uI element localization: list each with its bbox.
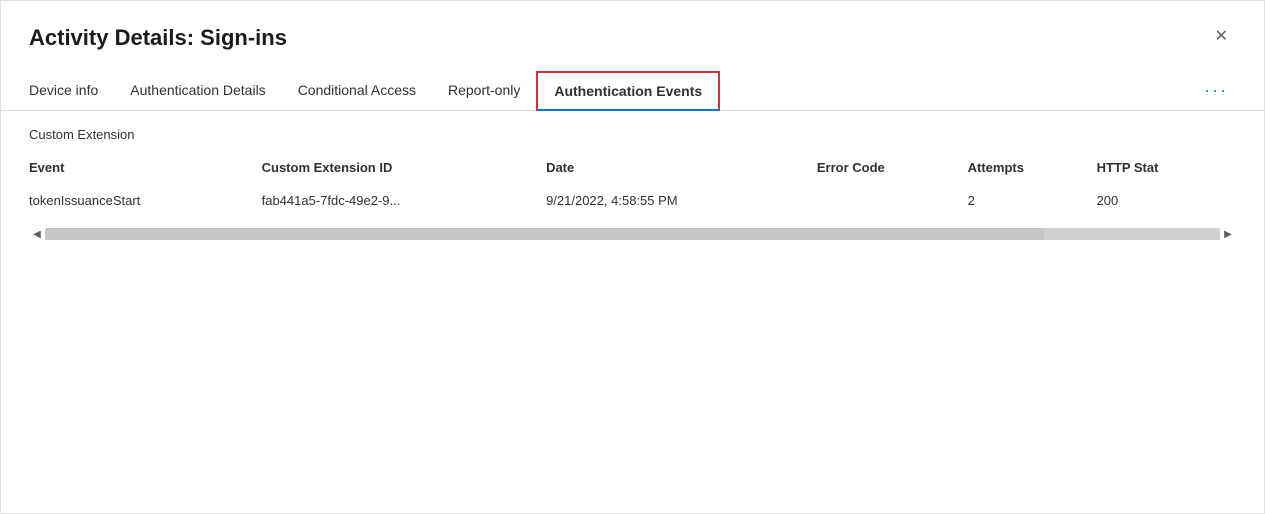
scroll-right-arrow[interactable]: ▶ — [1220, 226, 1236, 242]
cell-error-code — [817, 183, 968, 218]
col-header-event: Event — [29, 152, 262, 183]
col-header-date: Date — [546, 152, 817, 183]
table-row[interactable]: tokenIssuanceStart fab441a5-7fdc-49e2-9.… — [29, 183, 1236, 218]
col-header-http-stat: HTTP Stat — [1097, 152, 1236, 183]
horizontal-scrollbar[interactable]: ◀ ▶ — [29, 226, 1236, 242]
cell-date: 9/21/2022, 4:58:55 PM — [546, 183, 817, 218]
close-button[interactable]: ✕ — [1207, 25, 1236, 49]
dialog-header: Activity Details: Sign-ins ✕ — [1, 1, 1264, 51]
tab-device-info[interactable]: Device info — [29, 72, 114, 110]
cell-custom-extension-id: fab441a5-7fdc-49e2-9... — [262, 183, 546, 218]
tab-conditional-access[interactable]: Conditional Access — [282, 72, 432, 110]
scrollbar-thumb[interactable] — [45, 228, 1044, 240]
scroll-left-arrow[interactable]: ◀ — [29, 226, 45, 242]
col-header-error-code: Error Code — [817, 152, 968, 183]
content-area: Custom Extension Event Custom Extension … — [1, 111, 1264, 242]
table-header-row: Event Custom Extension ID Date Error Cod… — [29, 152, 1236, 183]
section-label: Custom Extension — [29, 127, 1236, 142]
tabs-container: Device info Authentication Details Condi… — [1, 51, 1264, 111]
cell-event: tokenIssuanceStart — [29, 183, 262, 218]
custom-extension-table: Event Custom Extension ID Date Error Cod… — [29, 152, 1236, 218]
cell-http-stat: 200 — [1097, 183, 1236, 218]
tab-authentication-details[interactable]: Authentication Details — [114, 72, 281, 110]
activity-details-dialog: Activity Details: Sign-ins ✕ Device info… — [0, 0, 1265, 514]
col-header-attempts: Attempts — [968, 152, 1097, 183]
cell-attempts: 2 — [968, 183, 1097, 218]
tab-report-only[interactable]: Report-only — [432, 72, 536, 110]
table-wrapper: Event Custom Extension ID Date Error Cod… — [29, 152, 1236, 218]
more-tabs-button[interactable]: ··· — [1196, 76, 1236, 105]
col-header-custom-extension-id: Custom Extension ID — [262, 152, 546, 183]
tab-authentication-events[interactable]: Authentication Events — [536, 71, 720, 111]
scrollbar-track[interactable] — [45, 228, 1220, 240]
dialog-title: Activity Details: Sign-ins — [29, 25, 287, 51]
